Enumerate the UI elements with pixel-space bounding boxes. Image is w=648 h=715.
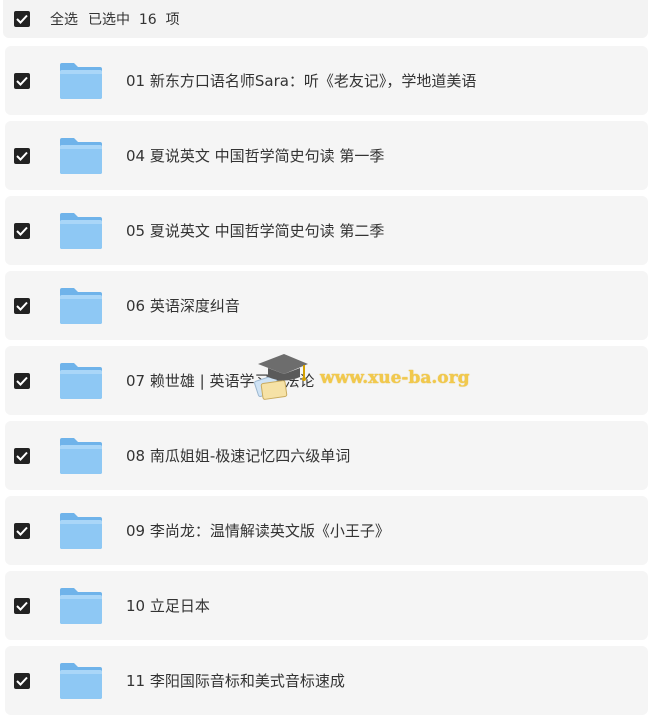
folder-icon: [60, 212, 102, 249]
row-checkbox[interactable]: [14, 672, 30, 689]
folder-name[interactable]: 04 夏说英文 中国哲学简史句读 第一季: [126, 145, 384, 166]
folder-name[interactable]: 10 立足日本: [126, 595, 210, 616]
check-icon: [16, 601, 28, 611]
check-icon: [16, 676, 28, 686]
folder-row[interactable]: 09 李尚龙：温情解读英文版《小王子》: [5, 496, 648, 565]
row-checkbox[interactable]: [14, 297, 30, 314]
folder-icon: [60, 512, 102, 549]
select-all-label[interactable]: 全选: [50, 9, 78, 29]
folder-icon: [60, 362, 102, 399]
check-icon: [16, 226, 28, 236]
folder-name[interactable]: 09 李尚龙：温情解读英文版《小王子》: [126, 520, 390, 541]
folder-row[interactable]: 05 夏说英文 中国哲学简史句读 第二季: [5, 196, 648, 265]
row-checkbox[interactable]: [14, 447, 30, 464]
row-checkbox[interactable]: [14, 147, 30, 164]
row-checkbox[interactable]: [14, 372, 30, 389]
check-icon: [16, 151, 28, 161]
folder-row[interactable]: 08 南瓜姐姐-极速记忆四六级单词: [5, 421, 648, 490]
check-icon: [16, 14, 28, 24]
folder-row[interactable]: 01 新东方口语名师Sara：听《老友记》，学地道美语: [5, 46, 648, 115]
check-icon: [16, 376, 28, 386]
folder-row[interactable]: 11 李阳国际音标和美式音标速成: [5, 646, 648, 715]
folder-name[interactable]: 08 南瓜姐姐-极速记忆四六级单词: [126, 445, 350, 466]
check-icon: [16, 301, 28, 311]
folder-name[interactable]: 05 夏说英文 中国哲学简史句读 第二季: [126, 220, 384, 241]
folder-row[interactable]: 10 立足日本: [5, 571, 648, 640]
folder-row[interactable]: 06 英语深度纠音: [5, 271, 648, 340]
row-checkbox[interactable]: [14, 597, 30, 614]
selection-header: 全选 已选中 16 项: [3, 0, 648, 38]
check-icon: [16, 526, 28, 536]
folder-icon: [60, 587, 102, 624]
folder-name[interactable]: 11 李阳国际音标和美式音标速成: [126, 670, 345, 691]
row-checkbox[interactable]: [14, 72, 30, 89]
folder-icon: [60, 137, 102, 174]
folder-icon: [60, 662, 102, 699]
check-icon: [16, 451, 28, 461]
folder-name[interactable]: 07 赖世雄 | 英语学习方法论: [126, 370, 314, 391]
folder-name[interactable]: 06 英语深度纠音: [126, 295, 240, 316]
folder-icon: [60, 437, 102, 474]
folder-icon: [60, 287, 102, 324]
row-checkbox[interactable]: [14, 522, 30, 539]
folder-row[interactable]: 07 赖世雄 | 英语学习方法论: [5, 346, 648, 415]
check-icon: [16, 76, 28, 86]
folder-name[interactable]: 01 新东方口语名师Sara：听《老友记》，学地道美语: [126, 70, 476, 91]
select-all-checkbox[interactable]: [14, 11, 30, 27]
folder-row[interactable]: 04 夏说英文 中国哲学简史句读 第一季: [5, 121, 648, 190]
folder-icon: [60, 62, 102, 99]
selected-count-label: 已选中 16 项: [88, 12, 180, 28]
row-checkbox[interactable]: [14, 222, 30, 239]
